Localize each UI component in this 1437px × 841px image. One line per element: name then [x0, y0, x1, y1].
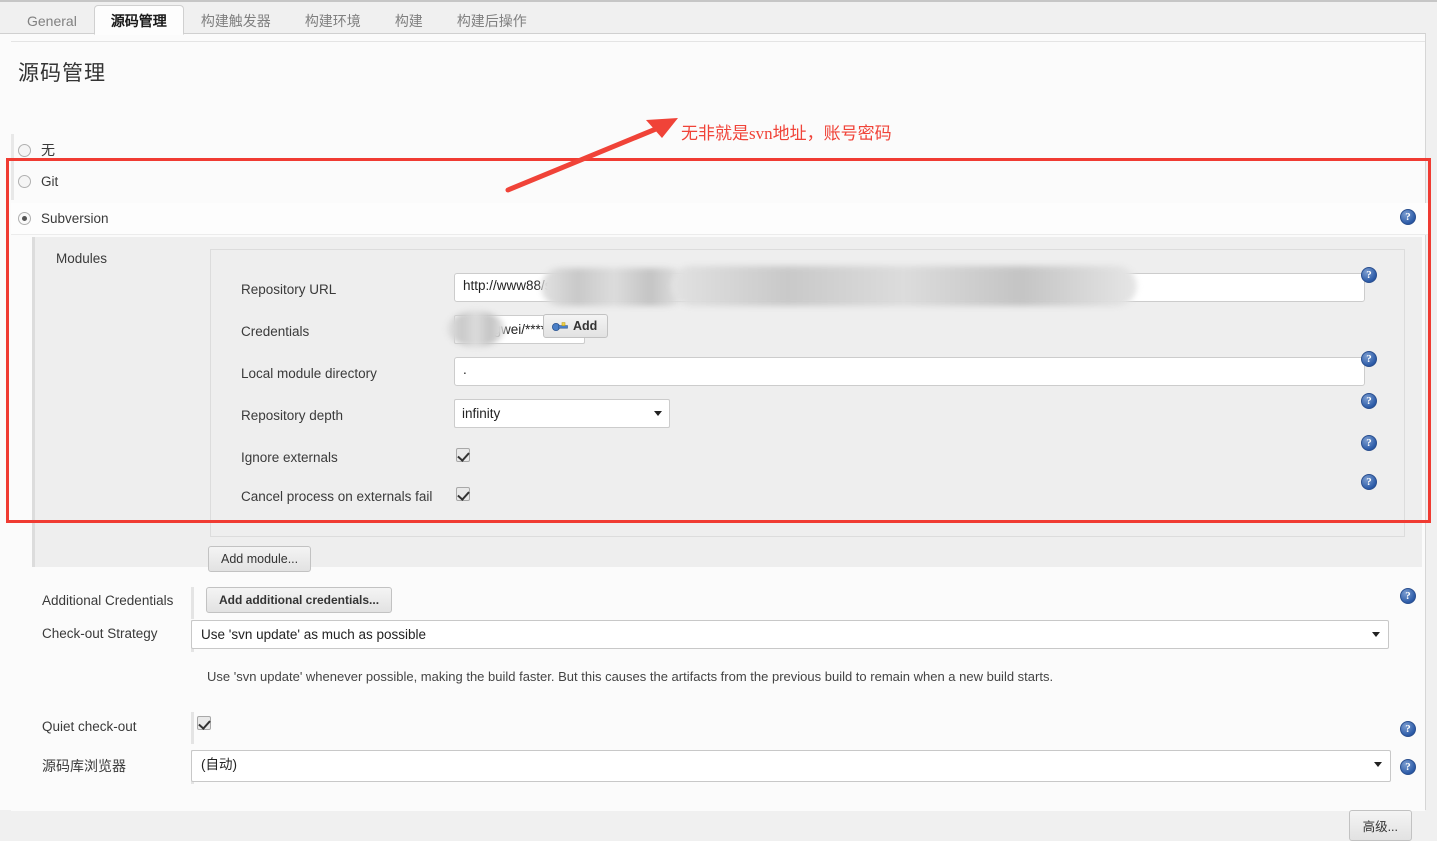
tab-post-build-actions[interactable]: 构建后操作 — [440, 5, 544, 35]
page-title: 源码管理 — [18, 61, 106, 85]
repository-url-input[interactable]: http://www88/svn/rc — [454, 273, 1365, 302]
checkout-strategy-select[interactable]: Use 'svn update' as much as possible — [191, 620, 1389, 649]
quiet-checkout-checkbox[interactable] — [197, 716, 211, 730]
help-icon-ignore-externals[interactable]: ? — [1361, 435, 1377, 451]
field-row-repository-depth: Repository depth infinity — [211, 398, 1404, 440]
config-form: 源码管理 无 Git Subversion ? Modules Reposito… — [11, 41, 1431, 841]
scm-option-git[interactable]: Git — [18, 166, 58, 196]
scm-option-none[interactable]: 无 — [18, 135, 55, 165]
repository-depth-select[interactable]: infinity — [454, 399, 670, 428]
repository-depth-label: Repository depth — [241, 408, 344, 423]
chevron-down-icon-checkout-strategy — [1372, 632, 1380, 637]
repository-url-label: Repository URL — [241, 282, 337, 297]
quiet-checkout-label: Quiet check-out — [42, 719, 137, 734]
help-icon-repository-browser[interactable]: ? — [1400, 759, 1416, 775]
tab-source-code-management[interactable]: 源码管理 — [93, 5, 184, 35]
scm-option-subversion[interactable]: Subversion — [18, 203, 109, 233]
help-icon-cancel-process-on-externals-fail[interactable]: ? — [1361, 474, 1377, 490]
add-credentials-button-label: Add — [573, 319, 598, 333]
add-module-button[interactable]: Add module... — [208, 546, 312, 572]
cancel-process-on-externals-fail-label: Cancel process on externals fail — [241, 489, 433, 504]
additional-credentials-label: Additional Credentials — [42, 593, 174, 608]
local-module-directory-input[interactable]: . — [454, 357, 1365, 386]
help-icon-repository-url[interactable]: ? — [1361, 267, 1377, 283]
repository-url-value-middle: 88/svn — [526, 278, 566, 293]
row-quiet-checkout: Quiet check-out — [11, 712, 1425, 746]
annotation-text: 无非就是svn地址，账号密码 — [681, 124, 892, 143]
checkout-strategy-value: Use 'svn update' as much as possible — [201, 627, 427, 642]
add-additional-credentials-button[interactable]: Add additional credentials... — [206, 587, 393, 613]
radio-subversion[interactable] — [18, 211, 31, 225]
row-additional-credentials: Additional Credentials Add additional cr… — [11, 587, 1425, 621]
help-icon-subversion[interactable]: ? — [1400, 209, 1416, 225]
chevron-down-icon-repository-depth — [654, 411, 662, 416]
repository-browser-select[interactable]: (自动) — [191, 750, 1391, 782]
tab-build[interactable]: 构建 — [378, 5, 440, 35]
ignore-externals-label: Ignore externals — [241, 450, 338, 465]
field-row-credentials: Credentials ngwei/****** Add — [211, 311, 1404, 356]
credentials-label: Credentials — [241, 324, 310, 339]
tab-general[interactable]: General — [10, 5, 94, 35]
help-icon-quiet-checkout[interactable]: ? — [1400, 721, 1416, 737]
config-tab-bar: General 源码管理 构建触发器 构建环境 构建 构建后操作 — [0, 0, 1437, 35]
advanced-button[interactable]: 高级... — [1348, 810, 1412, 841]
config-page: 源码管理 无 Git Subversion ? Modules Reposito… — [0, 33, 1431, 841]
field-row-local-module-directory: Local module directory . — [211, 356, 1404, 398]
row-repository-browser: 源码库浏览器 (自动) — [11, 750, 1425, 784]
additional-credentials-guide — [191, 587, 194, 619]
module-panel: Repository URL http://www88/svn/rc Crede… — [210, 249, 1405, 537]
modules-block: Modules Repository URL http://www88/svn/… — [32, 237, 1422, 567]
help-icon-additional-credentials[interactable]: ? — [1400, 588, 1416, 604]
scm-group-guide — [11, 134, 14, 200]
tab-build-triggers[interactable]: 构建触发器 — [184, 5, 288, 35]
row-checkout-strategy: Check-out Strategy Use 'svn update' as m… — [11, 620, 1425, 654]
field-row-ignore-externals: Ignore externals — [211, 440, 1404, 482]
annotation-arrow-icon — [505, 118, 678, 193]
field-row-cancel-process-on-externals-fail: Cancel process on externals fail — [211, 479, 1404, 521]
cancel-process-on-externals-fail-checkbox[interactable] — [456, 487, 470, 501]
repository-url-value-suffix: /rc — [565, 278, 581, 293]
scm-option-git-label: Git — [41, 173, 59, 189]
subversion-section-header — [11, 203, 1431, 235]
repository-browser-value: (自动) — [201, 757, 237, 772]
checkout-strategy-description: Use 'svn update' whenever possible, maki… — [207, 669, 1054, 684]
field-row-repository-url: Repository URL http://www88/svn/rc — [211, 266, 1404, 314]
radio-git[interactable] — [18, 174, 31, 188]
add-credentials-button[interactable]: Add — [543, 314, 609, 338]
modules-label: Modules — [56, 251, 108, 266]
repository-browser-label: 源码库浏览器 — [42, 758, 126, 774]
checkout-strategy-label: Check-out Strategy — [42, 626, 158, 641]
tab-build-environment[interactable]: 构建环境 — [288, 5, 378, 35]
chevron-down-icon-repository-browser — [1374, 762, 1382, 767]
radio-none[interactable] — [18, 143, 31, 157]
ignore-externals-checkbox[interactable] — [456, 448, 470, 462]
repository-url-value-prefix: http://www — [463, 278, 527, 293]
repository-depth-value: infinity — [462, 406, 501, 421]
scm-option-subversion-label: Subversion — [41, 210, 109, 226]
local-module-directory-label: Local module directory — [241, 366, 377, 381]
key-icon — [552, 321, 568, 332]
help-icon-local-module-directory[interactable]: ? — [1361, 351, 1377, 367]
help-icon-repository-depth[interactable]: ? — [1361, 393, 1377, 409]
scm-option-none-label: 无 — [41, 142, 55, 158]
quiet-checkout-guide — [191, 712, 194, 744]
